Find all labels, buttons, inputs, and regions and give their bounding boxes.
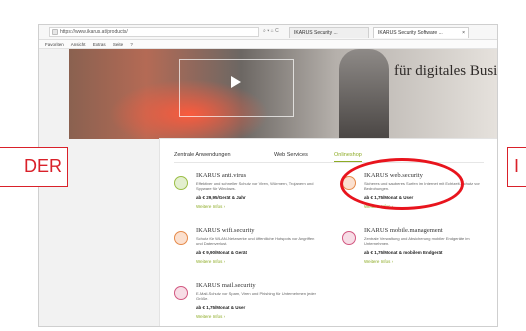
- product-description: Zentrale Verwaltung und Absicherung mobi…: [364, 236, 470, 246]
- menu-item-seite[interactable]: Seite: [113, 42, 123, 47]
- highlight-circle: [340, 158, 464, 210]
- menu-item-extras[interactable]: Extras: [93, 42, 106, 47]
- product-title: IKARUS mail.security: [196, 282, 256, 289]
- mobile-device-icon: [342, 231, 356, 245]
- product-card-mail-security: IKARUS mail.security E-Mail-Schutz vor S…: [174, 282, 324, 326]
- site-icon: [52, 29, 58, 35]
- tab-zentrale-anwendungen[interactable]: Zentrale Anwendungen: [174, 152, 231, 158]
- browser-toolbar: https://www.ikarus.at/products/ ⌕ ▾ ⌂ C …: [39, 25, 497, 40]
- address-controls[interactable]: ⌕ ▾ ⌂ C: [263, 28, 279, 34]
- monitor-icon: [174, 176, 188, 190]
- menu-item-ansicht[interactable]: Ansicht: [71, 42, 86, 47]
- product-card-wifi-security: IKARUS wifi.security Schutz für WLAN-Net…: [174, 227, 324, 272]
- tab-onlineshop[interactable]: Onlineshop: [334, 152, 362, 162]
- product-more-link[interactable]: Weitere Infos ›: [196, 204, 225, 209]
- mail-icon: [174, 286, 188, 300]
- annotation-label-right: I: [507, 147, 526, 187]
- video-frame[interactable]: [179, 59, 294, 117]
- address-bar[interactable]: https://www.ikarus.at/products/: [49, 27, 259, 37]
- product-description: Effektiver und schneller Schutz vor Vire…: [196, 181, 314, 191]
- product-description: Schutz für WLAN-Netzwerke und öffentlich…: [196, 236, 315, 246]
- product-more-link[interactable]: Weitere Infos ›: [196, 314, 225, 319]
- product-more-link[interactable]: Weitere Infos ›: [196, 259, 225, 264]
- product-price: ab € 1,75/Monat & mobilem Endgerät: [364, 250, 443, 255]
- play-icon[interactable]: [231, 76, 241, 88]
- browser-tab-1[interactable]: IKARUS Security ...: [289, 27, 369, 38]
- browser-tab-2[interactable]: IKARUS Security Software ... ×: [373, 27, 469, 38]
- product-description: E-Mail-Schutz vor Spam, Viren und Phishi…: [196, 291, 316, 301]
- product-title: IKARUS wifi.security: [196, 227, 255, 234]
- wifi-icon: [174, 231, 188, 245]
- browser-tab-label: IKARUS Security Software ...: [378, 30, 443, 36]
- product-tabs: Zentrale Anwendungen Web Services Online…: [174, 149, 484, 163]
- product-price: ab € 29,95/Gerät & Jahr: [196, 195, 246, 200]
- annotation-label-left: DER: [0, 147, 68, 187]
- close-tab-icon[interactable]: ×: [462, 30, 465, 36]
- address-text: https://www.ikarus.at/products/: [60, 29, 128, 35]
- hero-person-image: [339, 49, 389, 139]
- tab-web-services[interactable]: Web Services: [274, 152, 308, 158]
- product-card-anti-virus: IKARUS anti.virus Effektiver und schnell…: [174, 172, 324, 217]
- browser-tab-label: IKARUS Security ...: [294, 30, 338, 36]
- menu-item-favoriten[interactable]: Favoriten: [45, 42, 64, 47]
- product-price: ab € 9,90/Monat & Gerät: [196, 250, 248, 255]
- product-more-link[interactable]: Weitere Infos ›: [364, 259, 393, 264]
- hero-banner: für digitales Business.: [69, 49, 498, 139]
- product-title: IKARUS mobile.management: [364, 227, 443, 234]
- menu-bar: Favoriten Ansicht Extras Seite ?: [39, 40, 497, 49]
- menu-item-help[interactable]: ?: [130, 42, 133, 47]
- product-card-mobile-management: IKARUS mobile.management Zentrale Verwal…: [342, 227, 492, 272]
- hero-headline: für digitales Business.: [394, 63, 498, 79]
- product-title: IKARUS anti.virus: [196, 172, 247, 179]
- product-price: ab € 1,75/Monat & User: [196, 305, 246, 310]
